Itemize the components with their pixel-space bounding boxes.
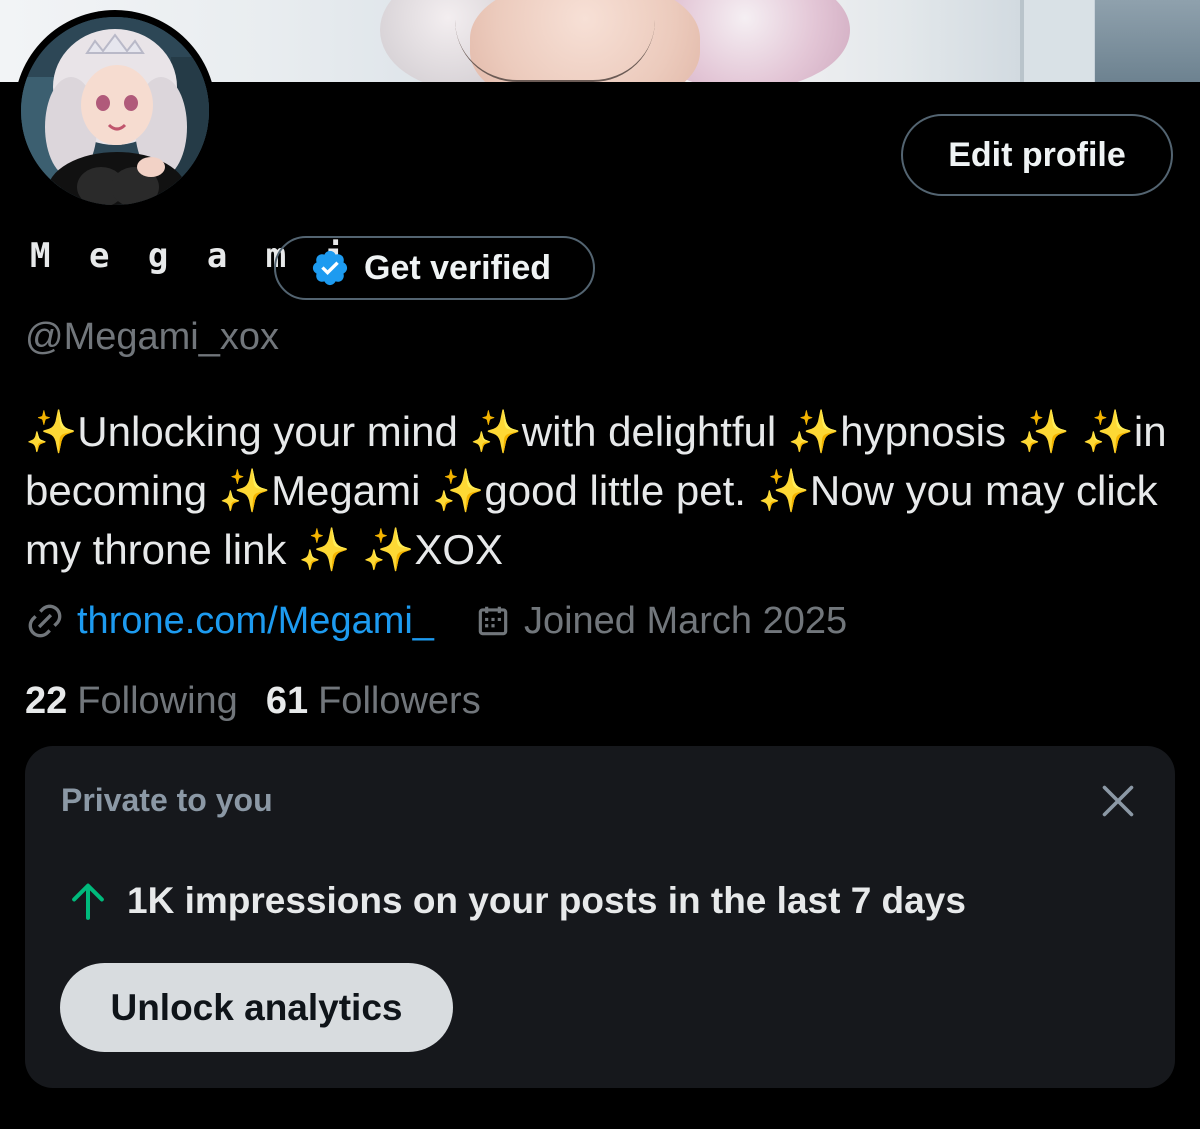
profile-link[interactable]: throne.com/Megami_: [77, 600, 434, 643]
followers-label: Followers: [318, 679, 481, 722]
get-verified-button[interactable]: Get verified: [274, 236, 595, 300]
avatar[interactable]: [14, 10, 216, 212]
close-icon[interactable]: [1100, 783, 1136, 819]
get-verified-label: Get verified: [364, 248, 552, 287]
impressions-text: 1K impressions on your posts in the last…: [127, 880, 966, 921]
following-label: Following: [77, 679, 238, 722]
unlock-analytics-button[interactable]: Unlock analytics: [60, 963, 453, 1052]
follow-stats: 22 Following 61 Followers: [25, 676, 509, 726]
profile-bio: ✨Unlocking your mind ✨with delightful ✨h…: [25, 408, 1167, 573]
banner-wall: [1095, 0, 1200, 82]
followers-stat[interactable]: 61 Followers: [266, 680, 481, 723]
impressions-stat: 1K impressions on your posts in the last…: [69, 878, 966, 924]
avatar-image: [21, 17, 209, 205]
edit-profile-button[interactable]: Edit profile: [901, 114, 1173, 196]
calendar-icon: [478, 606, 508, 636]
following-count: 22: [25, 679, 68, 722]
profile-meta: throne.com/Megami_ Joined March 2025: [25, 597, 847, 645]
banner-window: [1020, 0, 1094, 82]
link-icon: [28, 604, 62, 638]
card-title: Private to you: [61, 782, 273, 818]
private-analytics-card: Private to you 1K impressions on your po…: [25, 746, 1175, 1088]
following-stat[interactable]: 22 Following: [25, 680, 238, 723]
followers-count: 61: [265, 679, 309, 722]
username-handle: @Megami_xox: [25, 316, 279, 358]
joined-date: Joined March 2025: [523, 599, 848, 642]
verified-badge-icon: [312, 250, 348, 286]
arrow-up-icon: [72, 883, 104, 920]
banner-necklace: [455, 20, 655, 82]
